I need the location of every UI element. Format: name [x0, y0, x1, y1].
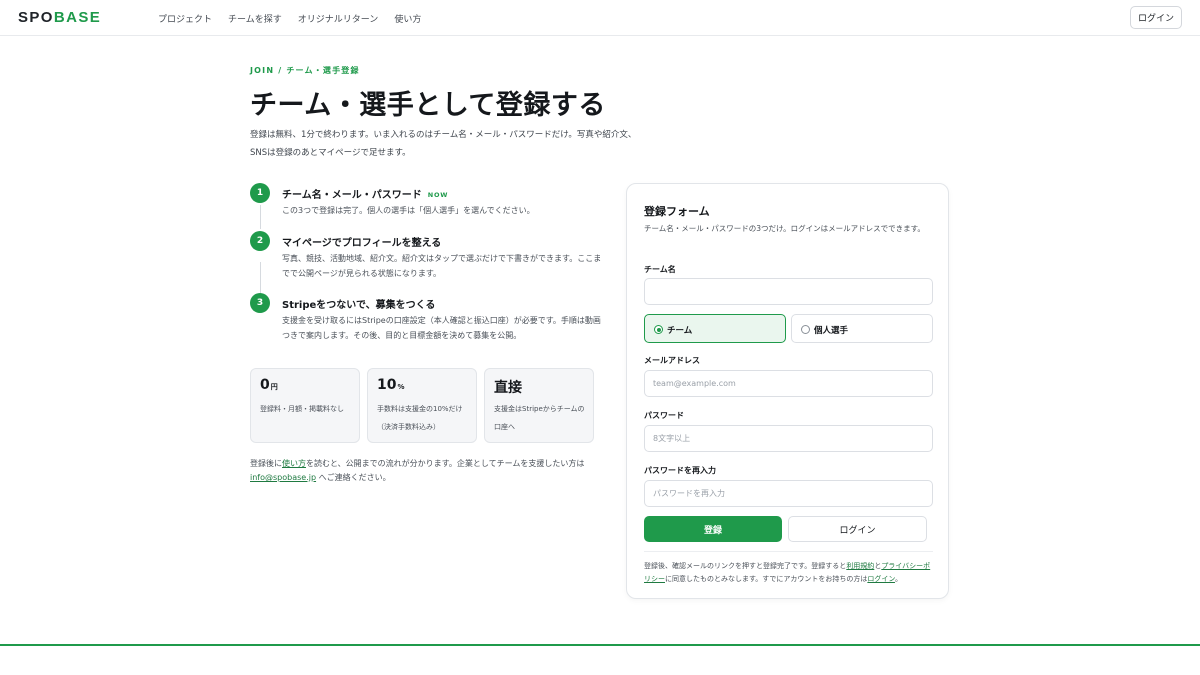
nav-link-how-to-use[interactable]: 使い方	[394, 12, 421, 25]
step-connector	[259, 262, 261, 294]
email-label: メールアドレス	[644, 356, 700, 365]
stat-value: 10%	[377, 377, 405, 393]
note-text: 登録後に	[250, 459, 282, 468]
form-footer-note: 登録後、確認メールのリンクを押すと登録完了です。登録すると利用規約とプライバシー…	[644, 560, 936, 586]
stat-value-number: 直接	[494, 380, 522, 396]
step-connector	[259, 205, 261, 229]
step-description: この3つで登録は完了。個人の選手は「個人選手」を選んでください。	[282, 206, 535, 215]
page-title: チーム・選手として登録する	[250, 90, 606, 121]
stat-description: 手数料は支援金の10%だけ（決済手数料込み）	[377, 405, 463, 431]
contact-email-link[interactable]: info@spobase.jp	[250, 473, 316, 482]
stat-value: 直接	[494, 377, 522, 397]
password-label: パスワード	[644, 411, 684, 420]
stat-value-number: 10	[377, 377, 397, 393]
step-title-text: チーム名・メール・パスワード	[282, 190, 422, 201]
form-subtitle: チーム名・メール・パスワードの3つだけ。ログインはメールアドレスでできます。	[644, 224, 925, 233]
radio-label: チーム	[667, 326, 693, 336]
logo-text-accent: BASE	[53, 9, 102, 26]
step-number-badge: 1	[250, 183, 270, 203]
lead-line-1: 登録は無料、1分で終わります。いま入れるのはチーム名・メール・パスワードだけ。写…	[250, 130, 637, 140]
now-badge: NOW	[427, 191, 449, 199]
logo-text: SPO	[18, 9, 54, 26]
spobase-logo[interactable]: SPOBASE	[18, 9, 101, 26]
step-number-badge: 2	[250, 231, 270, 251]
note-text: へご連絡ください。	[316, 473, 391, 482]
step-description: 写真、競技、活動地域、紹介文。紹介文はタップで選ぶだけで下書きができます。ここま…	[282, 254, 602, 278]
type-option-individual[interactable]: 個人選手	[791, 314, 933, 343]
password-confirm-label: パスワードを再入力	[644, 466, 716, 475]
stat-unit: 円	[270, 383, 278, 391]
how-to-use-link[interactable]: 使い方	[282, 459, 306, 468]
stat-value: 0円	[260, 377, 278, 393]
divider	[644, 551, 933, 552]
header-login-button[interactable]: ログイン	[1130, 6, 1182, 29]
terms-link[interactable]: 利用規約	[846, 562, 874, 570]
nav-link-find-teams[interactable]: チームを探す	[228, 12, 282, 25]
step-description: 支援金を受け取るにはStripeの口座設定（本人確認と振込口座）が必要です。手順…	[282, 316, 601, 340]
registration-form-card: 登録フォーム チーム名・メール・パスワードの3つだけ。ログインはメールアドレスで…	[626, 183, 949, 599]
radio-label: 個人選手	[814, 326, 849, 336]
footer-text: 。	[894, 575, 902, 583]
register-button[interactable]: 登録	[644, 516, 782, 542]
help-note: 登録後に使い方を読むと、公開までの流れが分かります。企業としてチームを支援したい…	[250, 457, 600, 485]
team-name-input[interactable]	[644, 278, 933, 305]
stat-value-number: 0	[260, 377, 270, 393]
page-eyebrow: JOIN / チーム・選手登録	[250, 66, 360, 75]
step-title: マイページでプロフィールを整える	[282, 238, 442, 249]
footer-text: に同意したものとみなします。すでにアカウントをお持ちの方は	[665, 575, 868, 583]
note-text: を読むと、公開までの流れが分かります。企業としてチームを支援したい方は	[306, 459, 585, 468]
stat-description: 支援金はStripeからチームの口座へ	[494, 405, 585, 431]
stat-card-fee: 0円 登録料・月額・掲載料なし	[250, 368, 360, 443]
step-title: チーム名・メール・パスワード NOW	[282, 186, 448, 201]
stat-card-direct: 直接 支援金はStripeからチームの口座へ	[484, 368, 594, 443]
footer-login-link[interactable]: ログイン	[867, 575, 895, 583]
step-title: Stripeをつないで、募集をつくる	[282, 300, 436, 311]
main-nav: プロジェクト チームを探す オリジナルリターン 使い方	[158, 12, 421, 25]
lead-line-2: SNSは登録のあとマイページで足せます。	[250, 148, 411, 158]
password-confirm-input[interactable]: パスワードを再入力	[644, 480, 933, 507]
step-number-badge: 3	[250, 293, 270, 313]
site-header: SPOBASE プロジェクト チームを探す オリジナルリターン 使い方 ログイン	[0, 0, 1200, 36]
password-input[interactable]: 8文字以上	[644, 425, 933, 452]
radio-selected-icon	[654, 325, 663, 334]
nav-link-projects[interactable]: プロジェクト	[158, 12, 212, 25]
radio-unselected-icon	[801, 325, 810, 334]
form-title: 登録フォーム	[644, 205, 710, 218]
type-option-team[interactable]: チーム	[644, 314, 786, 343]
email-input[interactable]: team@example.com	[644, 370, 933, 397]
login-button[interactable]: ログイン	[788, 516, 927, 542]
nav-link-original-returns[interactable]: オリジナルリターン	[298, 12, 379, 25]
stat-card-commission: 10% 手数料は支援金の10%だけ（決済手数料込み）	[367, 368, 477, 443]
page-lead: 登録は無料、1分で終わります。いま入れるのはチーム名・メール・パスワードだけ。写…	[250, 126, 680, 162]
footer-text: 登録後、確認メールのリンクを押すと登録完了です。登録すると	[644, 562, 847, 570]
stat-description: 登録料・月額・掲載料なし	[260, 405, 344, 413]
stat-unit: %	[397, 383, 405, 391]
team-name-label: チーム名	[644, 265, 676, 274]
footer-accent-bar	[0, 644, 1200, 646]
